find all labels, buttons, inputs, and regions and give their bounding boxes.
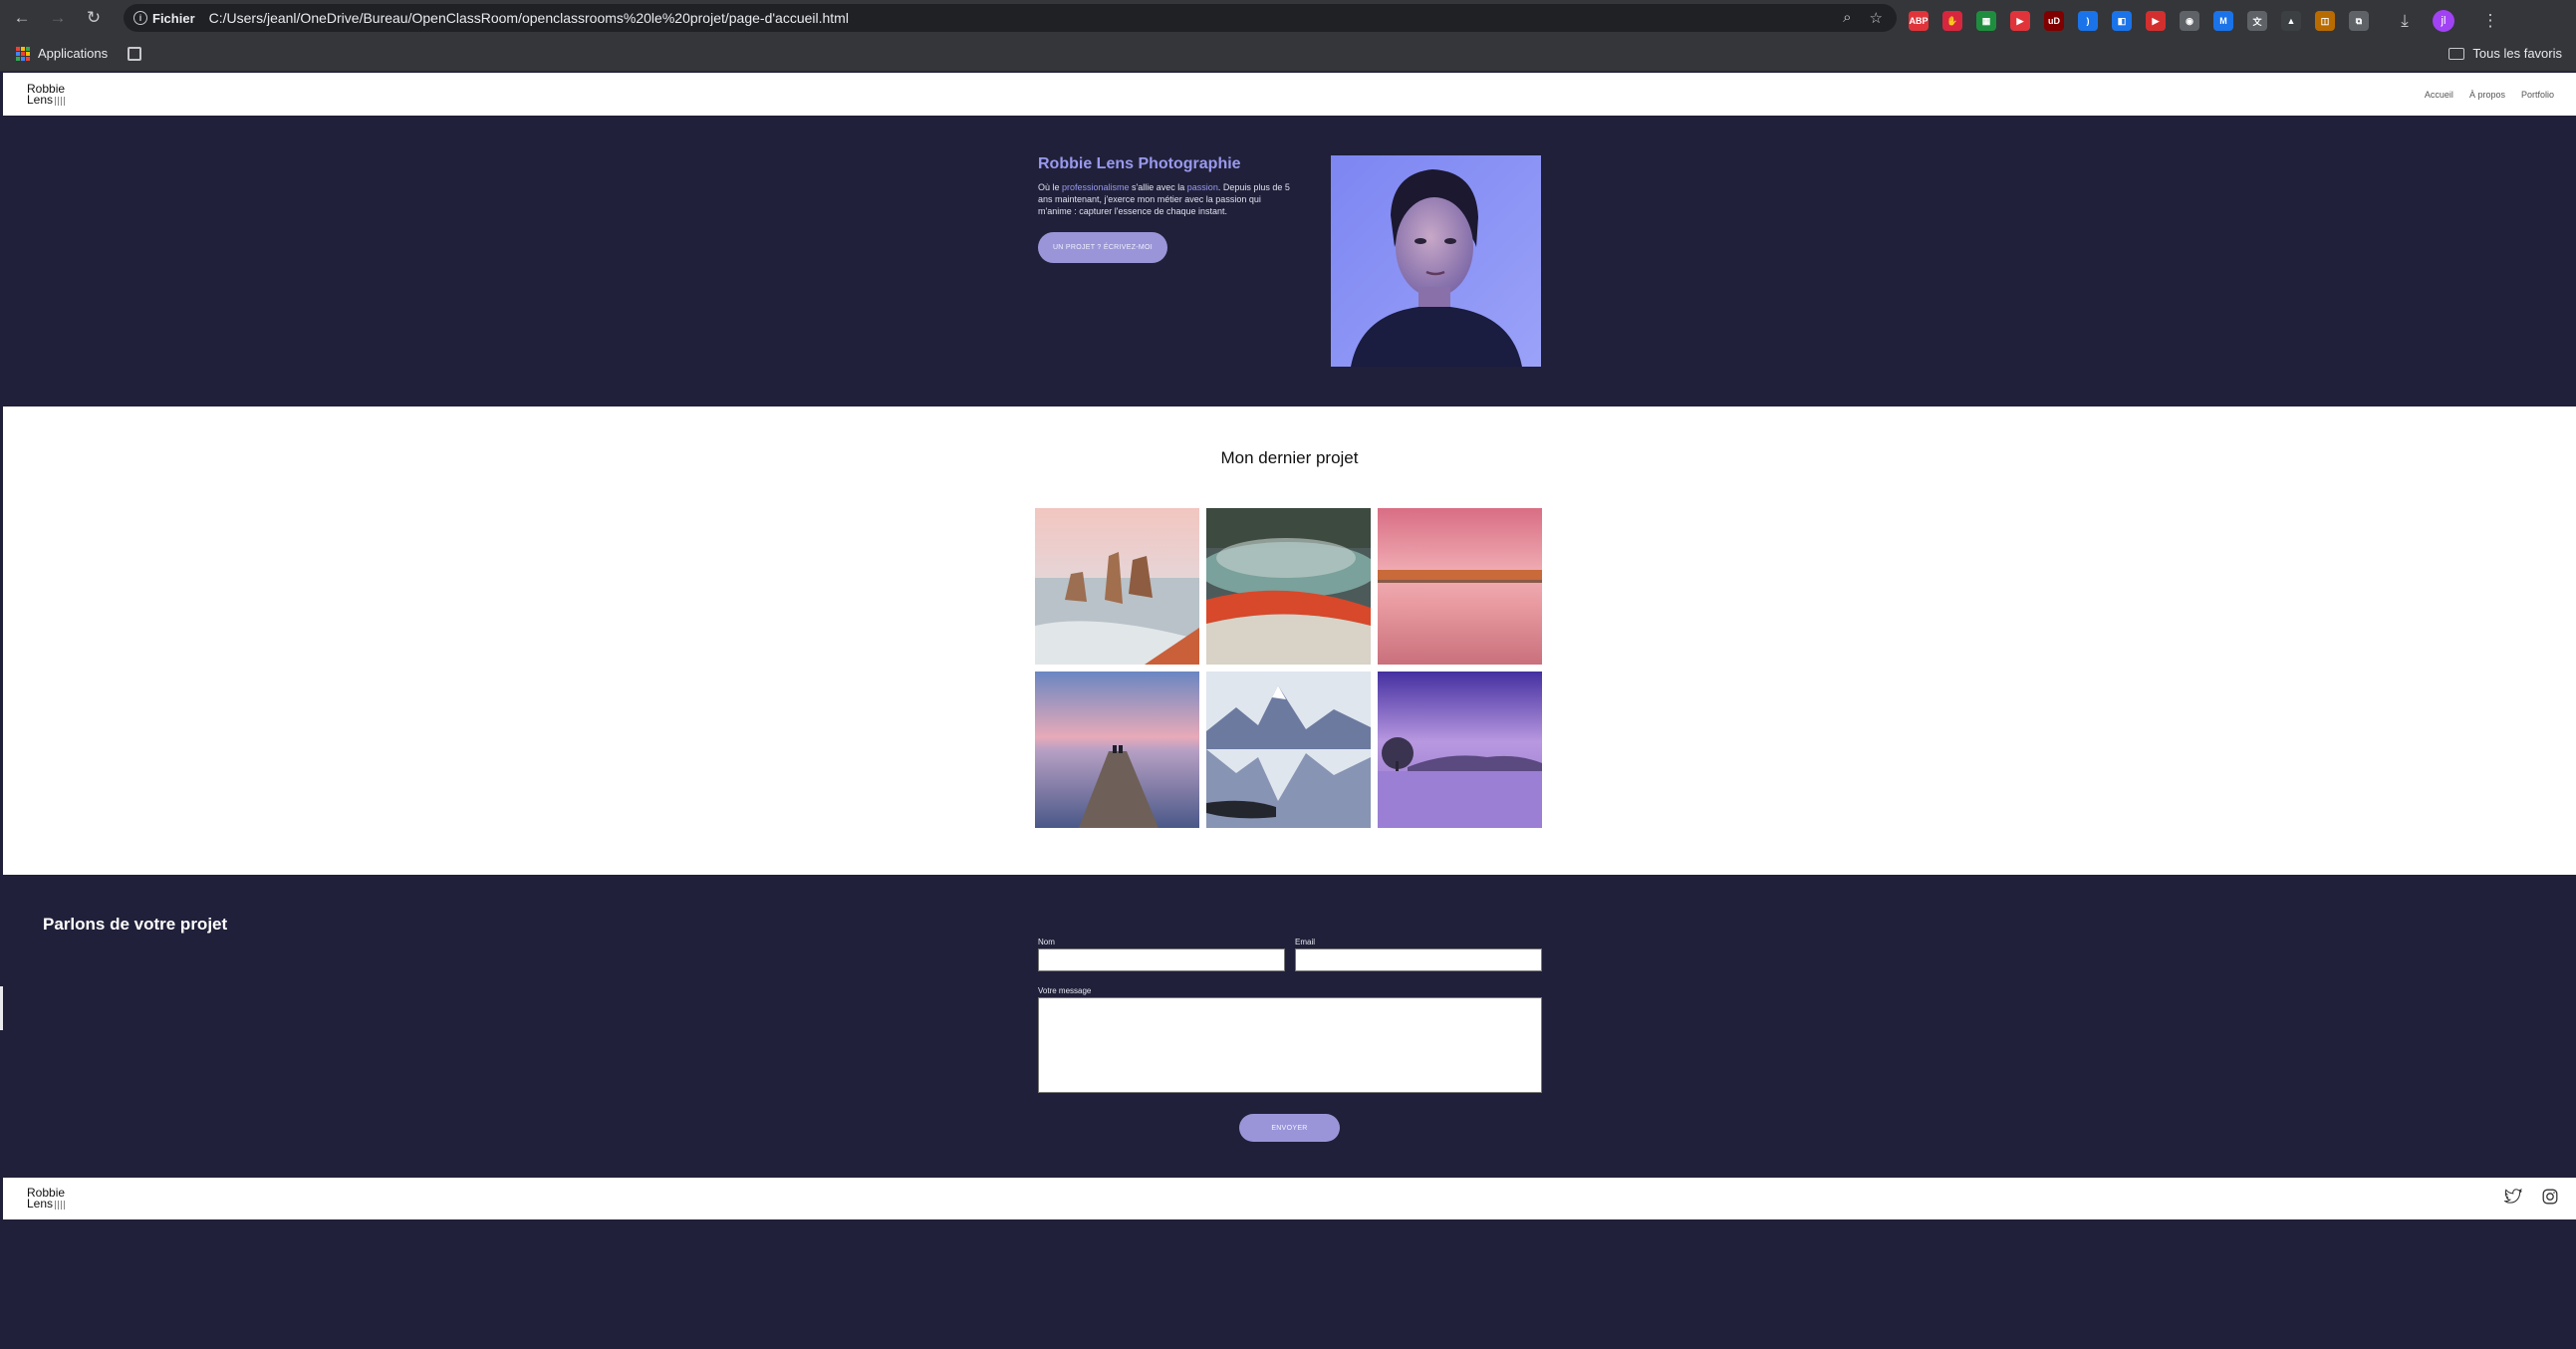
site-footer: Robbie Lens [3, 1178, 2576, 1219]
nav-link-accueil[interactable]: Accueil [2425, 90, 2453, 100]
footer-logo[interactable]: Robbie Lens [27, 1187, 66, 1210]
bookmark-star-icon[interactable]: ☆ [1870, 9, 1883, 27]
hero-title: Robbie Lens Photographie [1038, 155, 1241, 172]
logo-bars-icon [55, 1201, 66, 1210]
extension-icon[interactable]: ◧ [2112, 11, 2132, 31]
site-info-chip[interactable]: i Fichier [133, 11, 195, 26]
extensions-bar: ABP ✋ ▦ ▶ uD) ◧ ▶ ◉ M 文 ▲ ◫ ⧉ ⤓ jl ⋮ [1909, 7, 2504, 35]
download-icon[interactable]: ⤓ [2391, 7, 2419, 35]
extension-icon[interactable]: uD [2044, 11, 2064, 31]
name-label: Nom [1038, 938, 1055, 946]
last-project-section: Mon dernier projet [3, 406, 2576, 875]
contact-section: Parlons de votre projet Nom Email Votre … [3, 875, 2576, 1177]
message-label: Votre message [1038, 986, 1092, 995]
section-title: Mon dernier projet [1220, 448, 1359, 467]
extension-icon[interactable]: ABP [1909, 11, 1929, 31]
zoom-icon[interactable]: ⌕ [1843, 9, 1851, 27]
hero-section: Robbie Lens Photographie Où le professio… [3, 116, 2576, 406]
site-logo[interactable]: Robbie Lens [27, 83, 66, 106]
nav-link-portfolio[interactable]: Portfolio [2521, 90, 2554, 100]
folder-icon [2448, 47, 2465, 60]
all-bookmarks-folder[interactable]: Tous les favoris [2448, 46, 2562, 61]
browser-toolbar: ← → ↻ i Fichier C:/Users/jeanl/OneDrive/… [0, 0, 2576, 36]
reload-icon[interactable]: ↻ [80, 4, 108, 32]
site-nav: Accueil À propos Portfolio [2425, 90, 2554, 100]
extension-icon[interactable]: 文 [2247, 11, 2267, 31]
extension-icon[interactable]: M [2213, 11, 2233, 31]
forward-icon[interactable]: → [44, 4, 72, 32]
extension-icon[interactable]: ▶ [2146, 11, 2166, 31]
bookmarks-bar: Applications Tous les favoris [0, 36, 2576, 72]
hero-text: Où le professionalisme s'allie avec la p… [1038, 182, 1290, 216]
extension-icon[interactable]: ) [2078, 11, 2098, 31]
site-header: Robbie Lens Accueil À propos Portfolio [3, 73, 2576, 116]
contact-title: Parlons de votre projet [43, 915, 228, 934]
scroll-indicator [0, 986, 3, 1030]
apps-grid-icon [16, 46, 30, 61]
extension-icon[interactable]: ◉ [2180, 11, 2199, 31]
message-textarea[interactable] [1038, 997, 1542, 1093]
photo-rock-stacks[interactable] [1035, 508, 1199, 665]
info-icon: i [133, 11, 147, 25]
photo-mountain-reflection[interactable] [1206, 672, 1371, 828]
extension-icon[interactable]: ▶ [2010, 11, 2030, 31]
photo-jetty-sunset[interactable] [1035, 672, 1199, 828]
back-icon[interactable]: ← [8, 4, 36, 32]
photo-geothermal-pool[interactable] [1206, 508, 1371, 665]
apps-shortcut[interactable]: Applications [16, 46, 108, 61]
photo-pink-beach[interactable] [1378, 508, 1542, 665]
logo-bars-icon [55, 97, 66, 106]
nav-link-a-propos[interactable]: À propos [2469, 90, 2505, 100]
menu-icon[interactable]: ⋮ [2476, 7, 2504, 35]
contact-cta-button[interactable]: UN PROJET ? ÉCRIVEZ-MOI [1038, 232, 1167, 263]
extension-icon[interactable]: ⧉ [2349, 11, 2369, 31]
page-viewport: Robbie Lens Accueil À propos Portfolio R… [3, 73, 2576, 1349]
profile-avatar[interactable]: jl [2433, 10, 2454, 32]
send-button[interactable]: ENVOYER [1239, 1114, 1340, 1142]
extension-icon[interactable]: ◫ [2315, 11, 2335, 31]
email-field[interactable] [1295, 948, 1542, 971]
extension-icon[interactable]: ▲ [2281, 11, 2301, 31]
instagram-icon[interactable] [2542, 1189, 2558, 1205]
url-text[interactable]: C:/Users/jeanl/OneDrive/Bureau/OpenClass… [209, 10, 849, 26]
photo-purple-lake-tree[interactable] [1378, 672, 1542, 828]
twitter-icon[interactable] [2504, 1189, 2522, 1205]
tab-groups-icon[interactable] [128, 46, 142, 61]
address-bar[interactable]: i Fichier C:/Users/jeanl/OneDrive/Bureau… [124, 4, 1897, 32]
photo-gallery [1035, 508, 1542, 828]
extension-icon[interactable]: ▦ [1976, 11, 1996, 31]
portrait-photo [1331, 155, 1541, 367]
email-label: Email [1295, 938, 1316, 946]
social-links [2504, 1189, 2558, 1205]
extension-icon[interactable]: ✋ [1942, 11, 1962, 31]
name-field[interactable] [1038, 948, 1285, 971]
